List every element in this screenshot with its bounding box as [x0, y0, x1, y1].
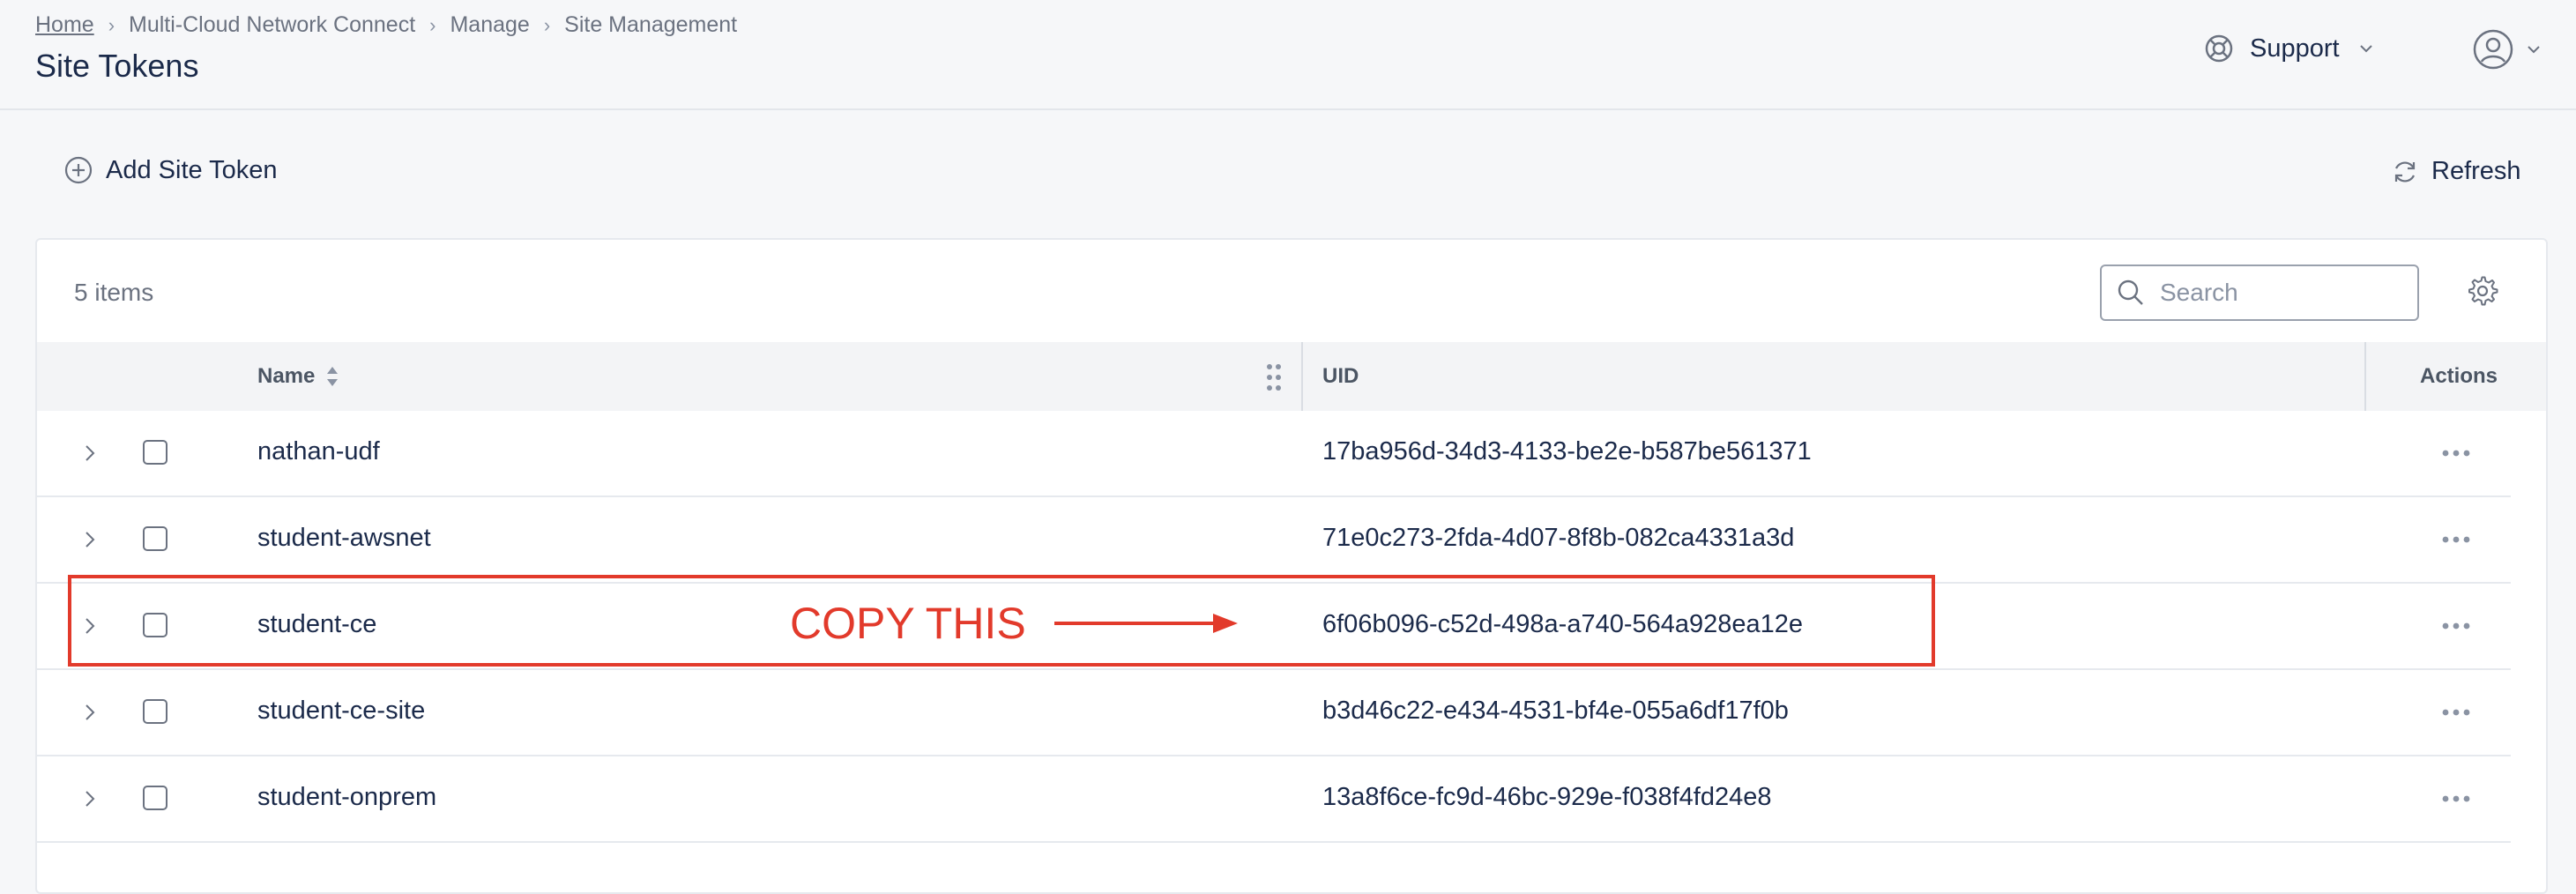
row-checkbox[interactable]: [143, 699, 168, 724]
token-uid: 71e0c273-2fda-4d07-8f8b-082ca4331a3d: [1322, 524, 1795, 552]
support-menu-button[interactable]: Support: [2204, 34, 2375, 63]
more-horizontal-icon[interactable]: [2438, 437, 2474, 469]
site-tokens-card: 5 items Name UID: [35, 238, 2548, 894]
row-checkbox[interactable]: [143, 613, 168, 637]
token-name[interactable]: nathan-udf: [257, 437, 380, 466]
chevron-right-icon[interactable]: [81, 700, 99, 725]
token-uid: 13a8f6ce-fc9d-46bc-929e-f038f4fd24e8: [1322, 783, 1772, 811]
chevron-down-icon: [2528, 46, 2540, 54]
drag-handle-icon[interactable]: [1264, 361, 1284, 393]
table-row: student-awsnet 71e0c273-2fda-4d07-8f8b-0…: [37, 497, 2511, 584]
column-header-actions: Actions: [2419, 364, 2498, 388]
breadcrumb-home-link[interactable]: Home: [35, 12, 94, 38]
search-box[interactable]: [2100, 264, 2419, 321]
token-uid: 17ba956d-34d3-4133-be2e-b587be561371: [1322, 437, 1812, 466]
chevron-right-icon[interactable]: [81, 786, 99, 811]
table-row: nathan-udf 17ba956d-34d3-4133-be2e-b587b…: [37, 411, 2511, 497]
chevron-right-icon[interactable]: [81, 614, 99, 638]
table-row: student-ce 6f06b096-c52d-498a-a740-564a9…: [37, 584, 2511, 670]
item-count: 5 items: [74, 279, 154, 306]
lifebuoy-icon: [2205, 34, 2233, 63]
chevron-right-icon[interactable]: [81, 527, 99, 552]
gear-icon[interactable]: [2467, 275, 2498, 307]
breadcrumb: Home › Multi-Cloud Network Connect › Man…: [35, 12, 737, 38]
refresh-label: Refresh: [2431, 157, 2521, 185]
chevron-right-icon: ›: [429, 13, 436, 36]
more-horizontal-icon[interactable]: [2438, 783, 2474, 815]
add-site-token-button[interactable]: Add Site Token: [63, 155, 278, 185]
add-site-token-label: Add Site Token: [106, 155, 278, 184]
refresh-icon: [2394, 160, 2416, 183]
chevron-right-icon[interactable]: [81, 441, 99, 466]
table-row: student-ce-site b3d46c22-e434-4531-bf4e-…: [37, 670, 2511, 756]
token-uid: 6f06b096-c52d-498a-a740-564a928ea12e: [1322, 610, 1804, 638]
token-name[interactable]: student-awsnet: [257, 524, 431, 553]
table-row: student-onprem 13a8f6ce-fc9d-46bc-929e-f…: [37, 756, 2511, 843]
breadcrumb-multi-cloud-network-connect[interactable]: Multi-Cloud Network Connect: [129, 12, 415, 38]
sort-icon[interactable]: [325, 365, 339, 388]
refresh-button[interactable]: Refresh: [2391, 157, 2521, 186]
chevron-right-icon: ›: [108, 13, 115, 36]
row-checkbox[interactable]: [143, 526, 168, 551]
breadcrumb-site-management: Site Management: [564, 12, 738, 37]
chevron-right-icon: ›: [543, 13, 551, 36]
more-horizontal-icon[interactable]: [2438, 610, 2474, 642]
more-horizontal-icon[interactable]: [2438, 524, 2474, 555]
page-header: Home › Multi-Cloud Network Connect › Man…: [0, 0, 2576, 110]
user-menu-button[interactable]: [2472, 28, 2542, 71]
column-name-label: Name: [257, 364, 316, 388]
search-icon: [2118, 279, 2143, 305]
more-horizontal-icon[interactable]: [2438, 697, 2474, 728]
plus-circle-icon: [64, 156, 93, 184]
column-header-uid: UID: [1322, 364, 1359, 388]
chevron-down-icon: [2359, 45, 2372, 53]
column-divider[interactable]: [1301, 342, 1303, 411]
breadcrumb-manage[interactable]: Manage: [450, 12, 529, 38]
row-checkbox[interactable]: [143, 786, 168, 810]
table-header: Name UID Actions: [37, 342, 2546, 411]
search-input[interactable]: [2158, 278, 2408, 308]
page-title: Site Tokens: [35, 48, 199, 84]
token-uid: b3d46c22-e434-4531-bf4e-055a6df17f0b: [1322, 697, 1789, 725]
token-name[interactable]: student-onprem: [257, 783, 436, 812]
token-name[interactable]: student-ce: [257, 610, 376, 639]
column-header-name[interactable]: Name: [257, 342, 339, 411]
user-circle-icon: [2473, 29, 2513, 70]
row-checkbox[interactable]: [143, 440, 168, 465]
support-label: Support: [2250, 34, 2340, 63]
site-tokens-table: Name UID Actions nathan-udf 17ba956d-34d…: [37, 342, 2546, 843]
column-divider: [2364, 342, 2366, 411]
token-name[interactable]: student-ce-site: [257, 697, 425, 726]
